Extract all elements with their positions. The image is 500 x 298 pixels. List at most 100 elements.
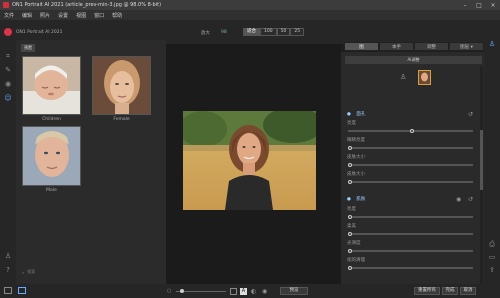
face-tool-icon[interactable]: ☺ [4,94,12,102]
panel-toggle-icon[interactable] [4,287,12,294]
done-button[interactable]: 完成 [442,287,458,295]
minimize-icon[interactable]: – [458,0,472,10]
module-title: ON1 Portrait AI 2021 [16,30,63,35]
slider-knob[interactable] [180,289,184,293]
face-brightness-slider[interactable] [348,129,473,133]
face-label-brightness: 亮度 [347,121,356,126]
thumb-size-slider[interactable] [176,289,226,293]
skin-toggle-icon[interactable]: ● [347,197,351,202]
window-title: ON1 Portrait AI 2021 (article_prev-min-3… [12,2,162,8]
ai-adjust-button[interactable]: AI调整 [345,56,482,64]
crop-tool-icon[interactable]: ⌗ [4,52,12,60]
preset-tab[interactable]: 预置 [21,44,35,52]
preset-thumb-children[interactable] [22,56,81,115]
preset-label-male: Male [46,188,57,193]
reset-face-icon[interactable]: ↺ [468,111,473,118]
brush-tool-icon[interactable]: ✎ [4,66,12,74]
skin-label-brightness: 亮度 [347,207,356,212]
preset-thumb-female[interactable] [92,56,151,115]
section-face-title: 面孔 [356,112,366,117]
help-icon[interactable]: ? [4,266,12,274]
portrait-mode-icon[interactable]: ♙ [488,40,496,48]
preset-search[interactable]: ⌕ 搜索 [22,268,122,276]
panel-tabs: 图 本手 调整 图层 ▾ [344,42,484,51]
zoom-50-button[interactable]: 50 [276,28,291,36]
face-label-skin1: 皮肤大小 [347,155,365,160]
menu-photo[interactable]: 照片 [40,12,50,19]
eye-tool-icon[interactable]: ◉ [4,80,12,88]
tab-layers[interactable]: 图层 ▾ [449,42,484,51]
menu-window[interactable]: 窗口 [94,12,104,19]
man-image [23,127,80,185]
baby-image [23,57,80,114]
maximize-icon[interactable]: □ [472,0,486,10]
skin-blemish-slider[interactable] [348,266,473,270]
export-icon[interactable]: ⇪ [488,266,496,274]
menu-settings[interactable]: 设置 [58,12,68,19]
portrait-photo-image [183,111,316,210]
face-eye-slider[interactable] [348,146,473,150]
skin-smooth-slider[interactable] [348,249,473,253]
skin-brightness-slider[interactable] [348,215,473,219]
zoom-fit-button[interactable]: 适合 [243,28,260,36]
face-label-eye: 眼睛亮度 [347,138,365,143]
slider-knob[interactable] [348,146,352,150]
section-skin-title: 肌肤 [356,197,366,202]
reset-all-button[interactable]: 重置所有 [414,287,440,295]
zoom-value[interactable]: 98 [221,30,227,35]
woman-image [93,57,150,114]
skin-soft-slider[interactable] [348,232,473,236]
face-thumb-image [419,71,430,84]
slider-knob[interactable] [348,180,352,184]
user-tool-icon[interactable]: ♙ [4,252,12,260]
menu-file[interactable]: 文件 [4,12,14,19]
section-face[interactable]: ● 面孔 [343,111,480,119]
app-icon [3,2,9,8]
filmstrip-toggle-icon[interactable] [18,287,26,294]
preset-label-children: Children [42,117,61,122]
face-skin2-slider[interactable] [348,180,473,184]
menu-bar: 文件 编辑 照片 设置 视图 窗口 帮助 [0,10,500,20]
close-icon[interactable]: × [486,0,500,10]
compare-icon[interactable] [230,288,237,295]
face-thumbnail[interactable] [418,70,431,85]
search-icon: ⌕ [22,269,25,275]
zoom-100-button[interactable]: 100 [260,28,277,36]
reset-skin-icon[interactable]: ↺ [468,196,473,203]
main-photo[interactable] [183,111,316,210]
menu-help[interactable]: 帮助 [112,12,122,19]
tab-adjust[interactable]: 调整 [414,42,449,51]
print-icon[interactable]: ⎙ [488,240,496,248]
tab-image[interactable]: 图 [344,42,379,51]
zoom-25-button[interactable]: 25 [290,28,305,36]
search-input[interactable]: 搜索 [27,269,35,275]
view-icon[interactable]: ◉ [262,288,267,295]
browse-icon[interactable]: ▭ [488,253,496,261]
preset-label-female: Female [113,117,130,122]
eye-visibility-icon[interactable]: ◉ [456,196,461,203]
face-label-skin2: 皮肤大小 [347,172,365,177]
skin-label-smooth: 光滑度 [347,241,361,246]
slider-knob[interactable] [348,232,352,236]
slider-knob[interactable] [348,249,352,253]
face-skin1-slider[interactable] [348,163,473,167]
cancel-button[interactable]: 取消 [460,287,476,295]
add-face-icon[interactable]: ♙ [400,73,406,81]
title-bar: ON1 Portrait AI 2021 (article_prev-min-3… [0,0,500,10]
menu-view[interactable]: 视图 [76,12,86,19]
skin-label-soft: 柔美 [347,224,356,229]
slider-knob[interactable] [348,215,352,219]
slider-knob[interactable] [410,129,414,133]
slider-knob[interactable] [348,266,352,270]
face-toggle-icon[interactable]: ● [347,112,351,117]
tab-basic[interactable]: 本手 [379,42,414,51]
preset-thumb-male[interactable] [22,126,81,186]
zoom-slider-icon: ○ [167,288,172,294]
auto-icon[interactable]: A [240,288,247,295]
preview-button[interactable]: 预览 [280,287,308,295]
slider-knob[interactable] [348,163,352,167]
scrollbar-thumb[interactable] [480,130,483,190]
menu-edit[interactable]: 编辑 [22,12,32,19]
mask-icon[interactable]: ◐ [251,288,256,295]
zoom-buttons: 适合 100 50 25 [243,28,305,36]
